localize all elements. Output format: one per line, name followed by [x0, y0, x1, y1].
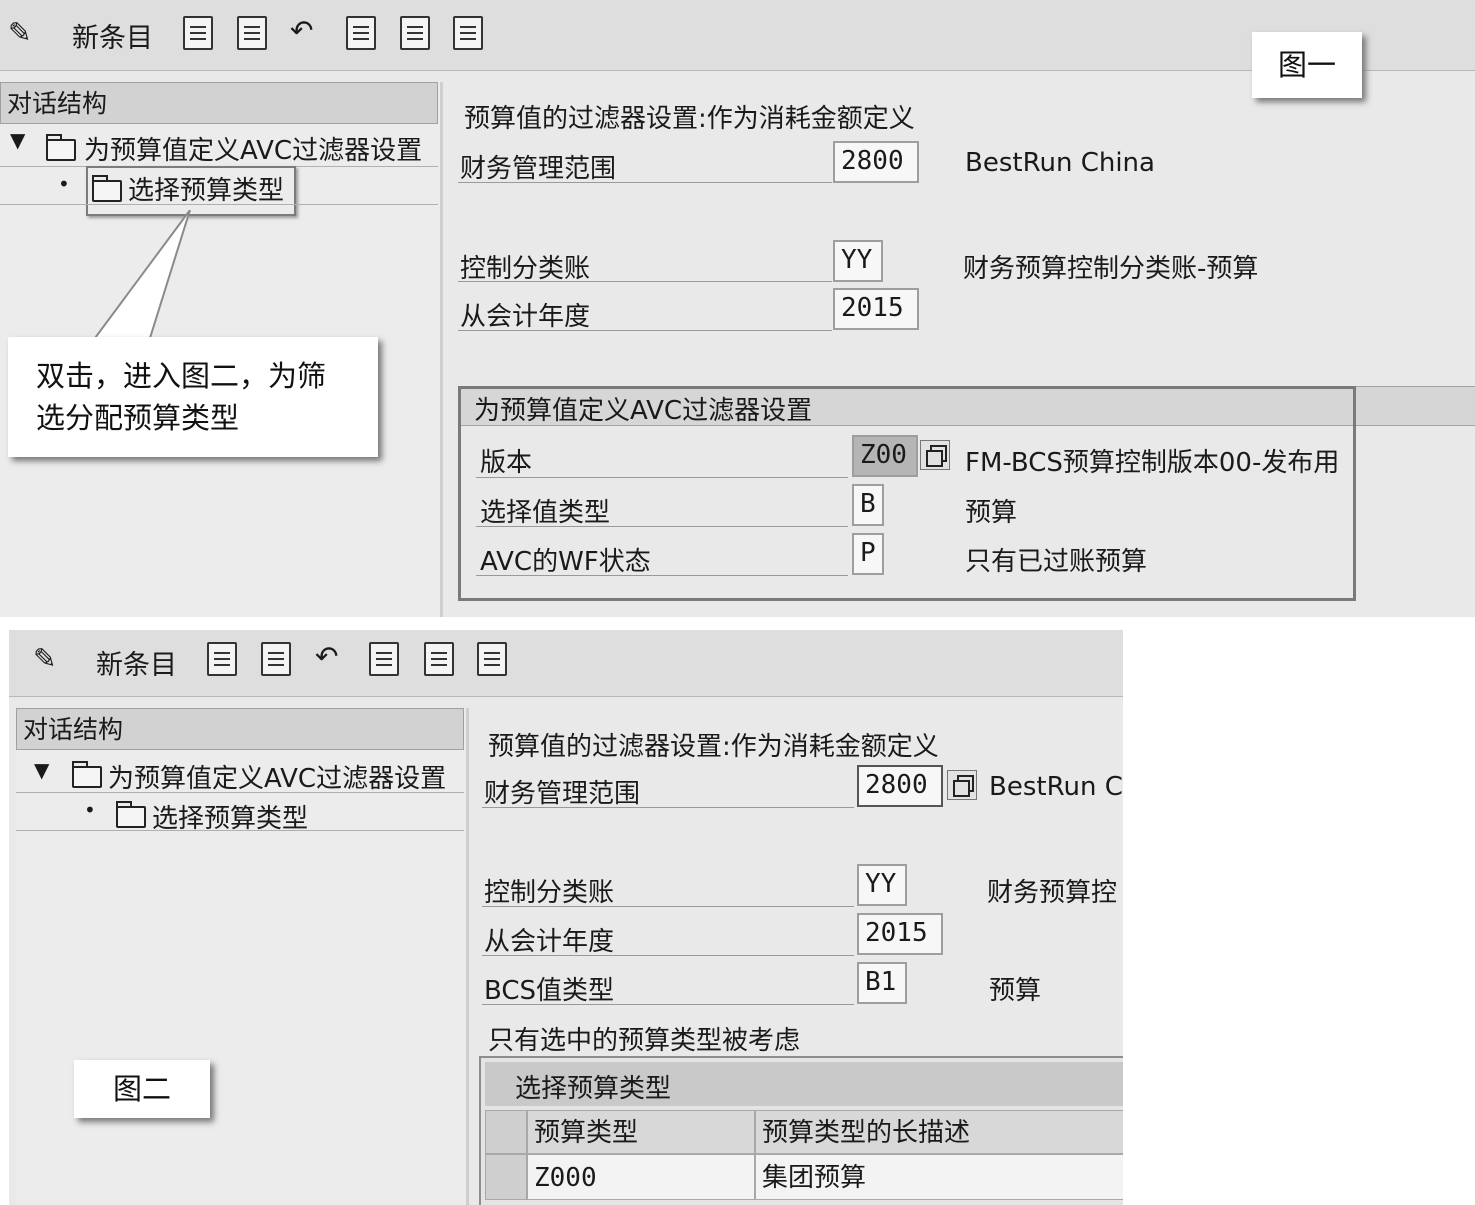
- delete-icon[interactable]: [237, 16, 267, 50]
- tree-node-avc-filter[interactable]: 为预算值定义AVC过滤器设置: [84, 130, 422, 167]
- new-entries-button[interactable]: 新条目: [72, 16, 153, 55]
- label-underline: [458, 281, 832, 282]
- row-selector[interactable]: [485, 1154, 527, 1200]
- column-header-budget-type[interactable]: 预算类型: [527, 1110, 755, 1154]
- table-cell-long-description[interactable]: 集团预算: [755, 1154, 1123, 1200]
- dialog-structure-panel: 对话结构 ▼ 为预算值定义AVC过滤器设置 • 选择预算类型: [16, 708, 469, 1205]
- value-type-field[interactable]: B: [852, 484, 884, 526]
- application-toolbar: ✎ 新条目 ↶: [9, 630, 1123, 697]
- tree-expand-arrow-icon[interactable]: ▼: [34, 758, 49, 782]
- fm-area-field[interactable]: 2800: [857, 765, 943, 807]
- label-underline: [458, 182, 832, 183]
- version-description: FM-BCS预算控制版本00-发布用: [965, 448, 1340, 478]
- ledger-field[interactable]: YY: [857, 864, 907, 906]
- select-all-icon[interactable]: [453, 16, 483, 50]
- column-header-long-description[interactable]: 预算类型的长描述: [755, 1110, 1123, 1154]
- label-underline: [458, 330, 832, 331]
- tree-node-avc-filter[interactable]: 为预算值定义AVC过滤器设置: [108, 758, 446, 795]
- callout-pointer: [93, 210, 191, 339]
- copy-as-icon[interactable]: [183, 16, 213, 50]
- value-type-description: 预算: [965, 498, 1018, 528]
- form-title: 预算值的过滤器设置:作为消耗金额定义: [464, 104, 915, 134]
- label-underline: [476, 526, 848, 527]
- fm-area-label: 财务管理范围: [484, 779, 641, 809]
- delete-icon[interactable]: [261, 642, 291, 676]
- bcs-value-type-label: BCS值类型: [484, 976, 615, 1006]
- label-underline: [482, 955, 854, 956]
- label-underline: [482, 906, 854, 907]
- fm-area-field[interactable]: 2800: [833, 141, 919, 183]
- fiscal-year-field[interactable]: 2015: [833, 288, 919, 330]
- version-label: 版本: [480, 448, 533, 478]
- tree-divider: [16, 830, 464, 831]
- tree-bullet: •: [58, 172, 70, 196]
- previous-entry-icon[interactable]: [346, 16, 376, 50]
- change-display-icon[interactable]: ✎: [33, 642, 56, 676]
- hint-line-2: 选分配预算类型: [36, 401, 240, 435]
- value-type-label: 选择值类型: [480, 498, 611, 528]
- hint-callout: 双击，进入图二，为筛 选分配预算类型: [8, 337, 378, 457]
- form-title: 预算值的过滤器设置:作为消耗金额定义: [488, 732, 939, 762]
- ledger-label: 控制分类账: [484, 878, 615, 908]
- next-entry-icon[interactable]: [400, 16, 430, 50]
- tree-node-select-budget-type[interactable]: 选择预算类型: [128, 170, 284, 207]
- tree-divider: [0, 204, 438, 205]
- select-all-icon[interactable]: [477, 642, 507, 676]
- ledger-field[interactable]: YY: [833, 240, 883, 282]
- bcs-value-type-description: 预算: [989, 976, 1042, 1006]
- wf-status-field[interactable]: P: [852, 533, 884, 575]
- previous-entry-icon[interactable]: [369, 642, 399, 676]
- change-display-icon[interactable]: ✎: [8, 16, 31, 50]
- dialog-structure-header: 对话结构: [0, 82, 438, 124]
- table-cell-budget-type[interactable]: Z000: [527, 1154, 755, 1200]
- selection-note: 只有选中的预算类型被考虑: [488, 1026, 801, 1056]
- copy-as-icon[interactable]: [207, 642, 237, 676]
- label-underline: [476, 477, 848, 478]
- new-entries-button[interactable]: 新条目: [96, 643, 177, 682]
- row-selector-header[interactable]: [485, 1110, 527, 1154]
- open-folder-icon: [116, 801, 146, 828]
- wf-status-description: 只有已过账预算: [965, 547, 1148, 577]
- dialog-structure-header: 对话结构: [16, 708, 464, 750]
- budget-type-table: 选择预算类型 预算类型 预算类型的长描述 Z000 集团预算: [479, 1056, 1123, 1205]
- group-title: 为预算值定义AVC过滤器设置: [474, 396, 813, 426]
- undo-change-icon[interactable]: ↶: [290, 14, 313, 48]
- label-underline: [482, 1004, 854, 1005]
- fiscal-year-field[interactable]: 2015: [857, 913, 943, 955]
- fm-area-description: BestRun Ch: [989, 772, 1123, 802]
- figure-2: ✎ 新条目 ↶ 对话结构 ▼ 为预算值定义AVC过滤器设置 • 选择预算类型 图…: [9, 630, 1123, 1205]
- tree-divider: [16, 792, 464, 793]
- open-folder-icon: [46, 134, 76, 161]
- fm-area-label: 财务管理范围: [460, 154, 617, 184]
- label-underline: [482, 807, 854, 808]
- ledger-description: 财务预算控制分类账-预算: [963, 254, 1259, 284]
- hint-line-1: 双击，进入图二，为筛: [36, 359, 327, 393]
- undo-change-icon[interactable]: ↶: [315, 640, 338, 674]
- wf-status-label: AVC的WF状态: [480, 547, 651, 577]
- folder-icon: [92, 175, 122, 202]
- tree-expand-arrow-icon[interactable]: ▼: [10, 128, 25, 152]
- value-help-icon[interactable]: [947, 770, 977, 800]
- value-help-icon[interactable]: [920, 440, 950, 470]
- fm-area-description: BestRun China: [965, 148, 1155, 178]
- next-entry-icon[interactable]: [424, 642, 454, 676]
- fiscal-year-label: 从会计年度: [484, 927, 615, 957]
- fiscal-year-label: 从会计年度: [460, 302, 591, 332]
- table-title: 选择预算类型: [515, 1074, 672, 1104]
- version-field[interactable]: Z00: [852, 435, 918, 477]
- figure-2-tag: 图二: [74, 1060, 210, 1118]
- figure-1-tag: 图一: [1252, 32, 1362, 98]
- tree-bullet: •: [84, 798, 96, 822]
- folder-icon: [72, 761, 102, 788]
- bcs-value-type-field[interactable]: B1: [857, 962, 907, 1004]
- figure-1: ✎ 新条目 ↶ 对话结构 ▼ 为预算值定义AVC过滤器设置 • 选择预算类型 双…: [0, 0, 1475, 617]
- label-underline: [476, 575, 848, 576]
- ledger-description: 财务预算控: [987, 878, 1118, 908]
- ledger-label: 控制分类账: [460, 254, 591, 284]
